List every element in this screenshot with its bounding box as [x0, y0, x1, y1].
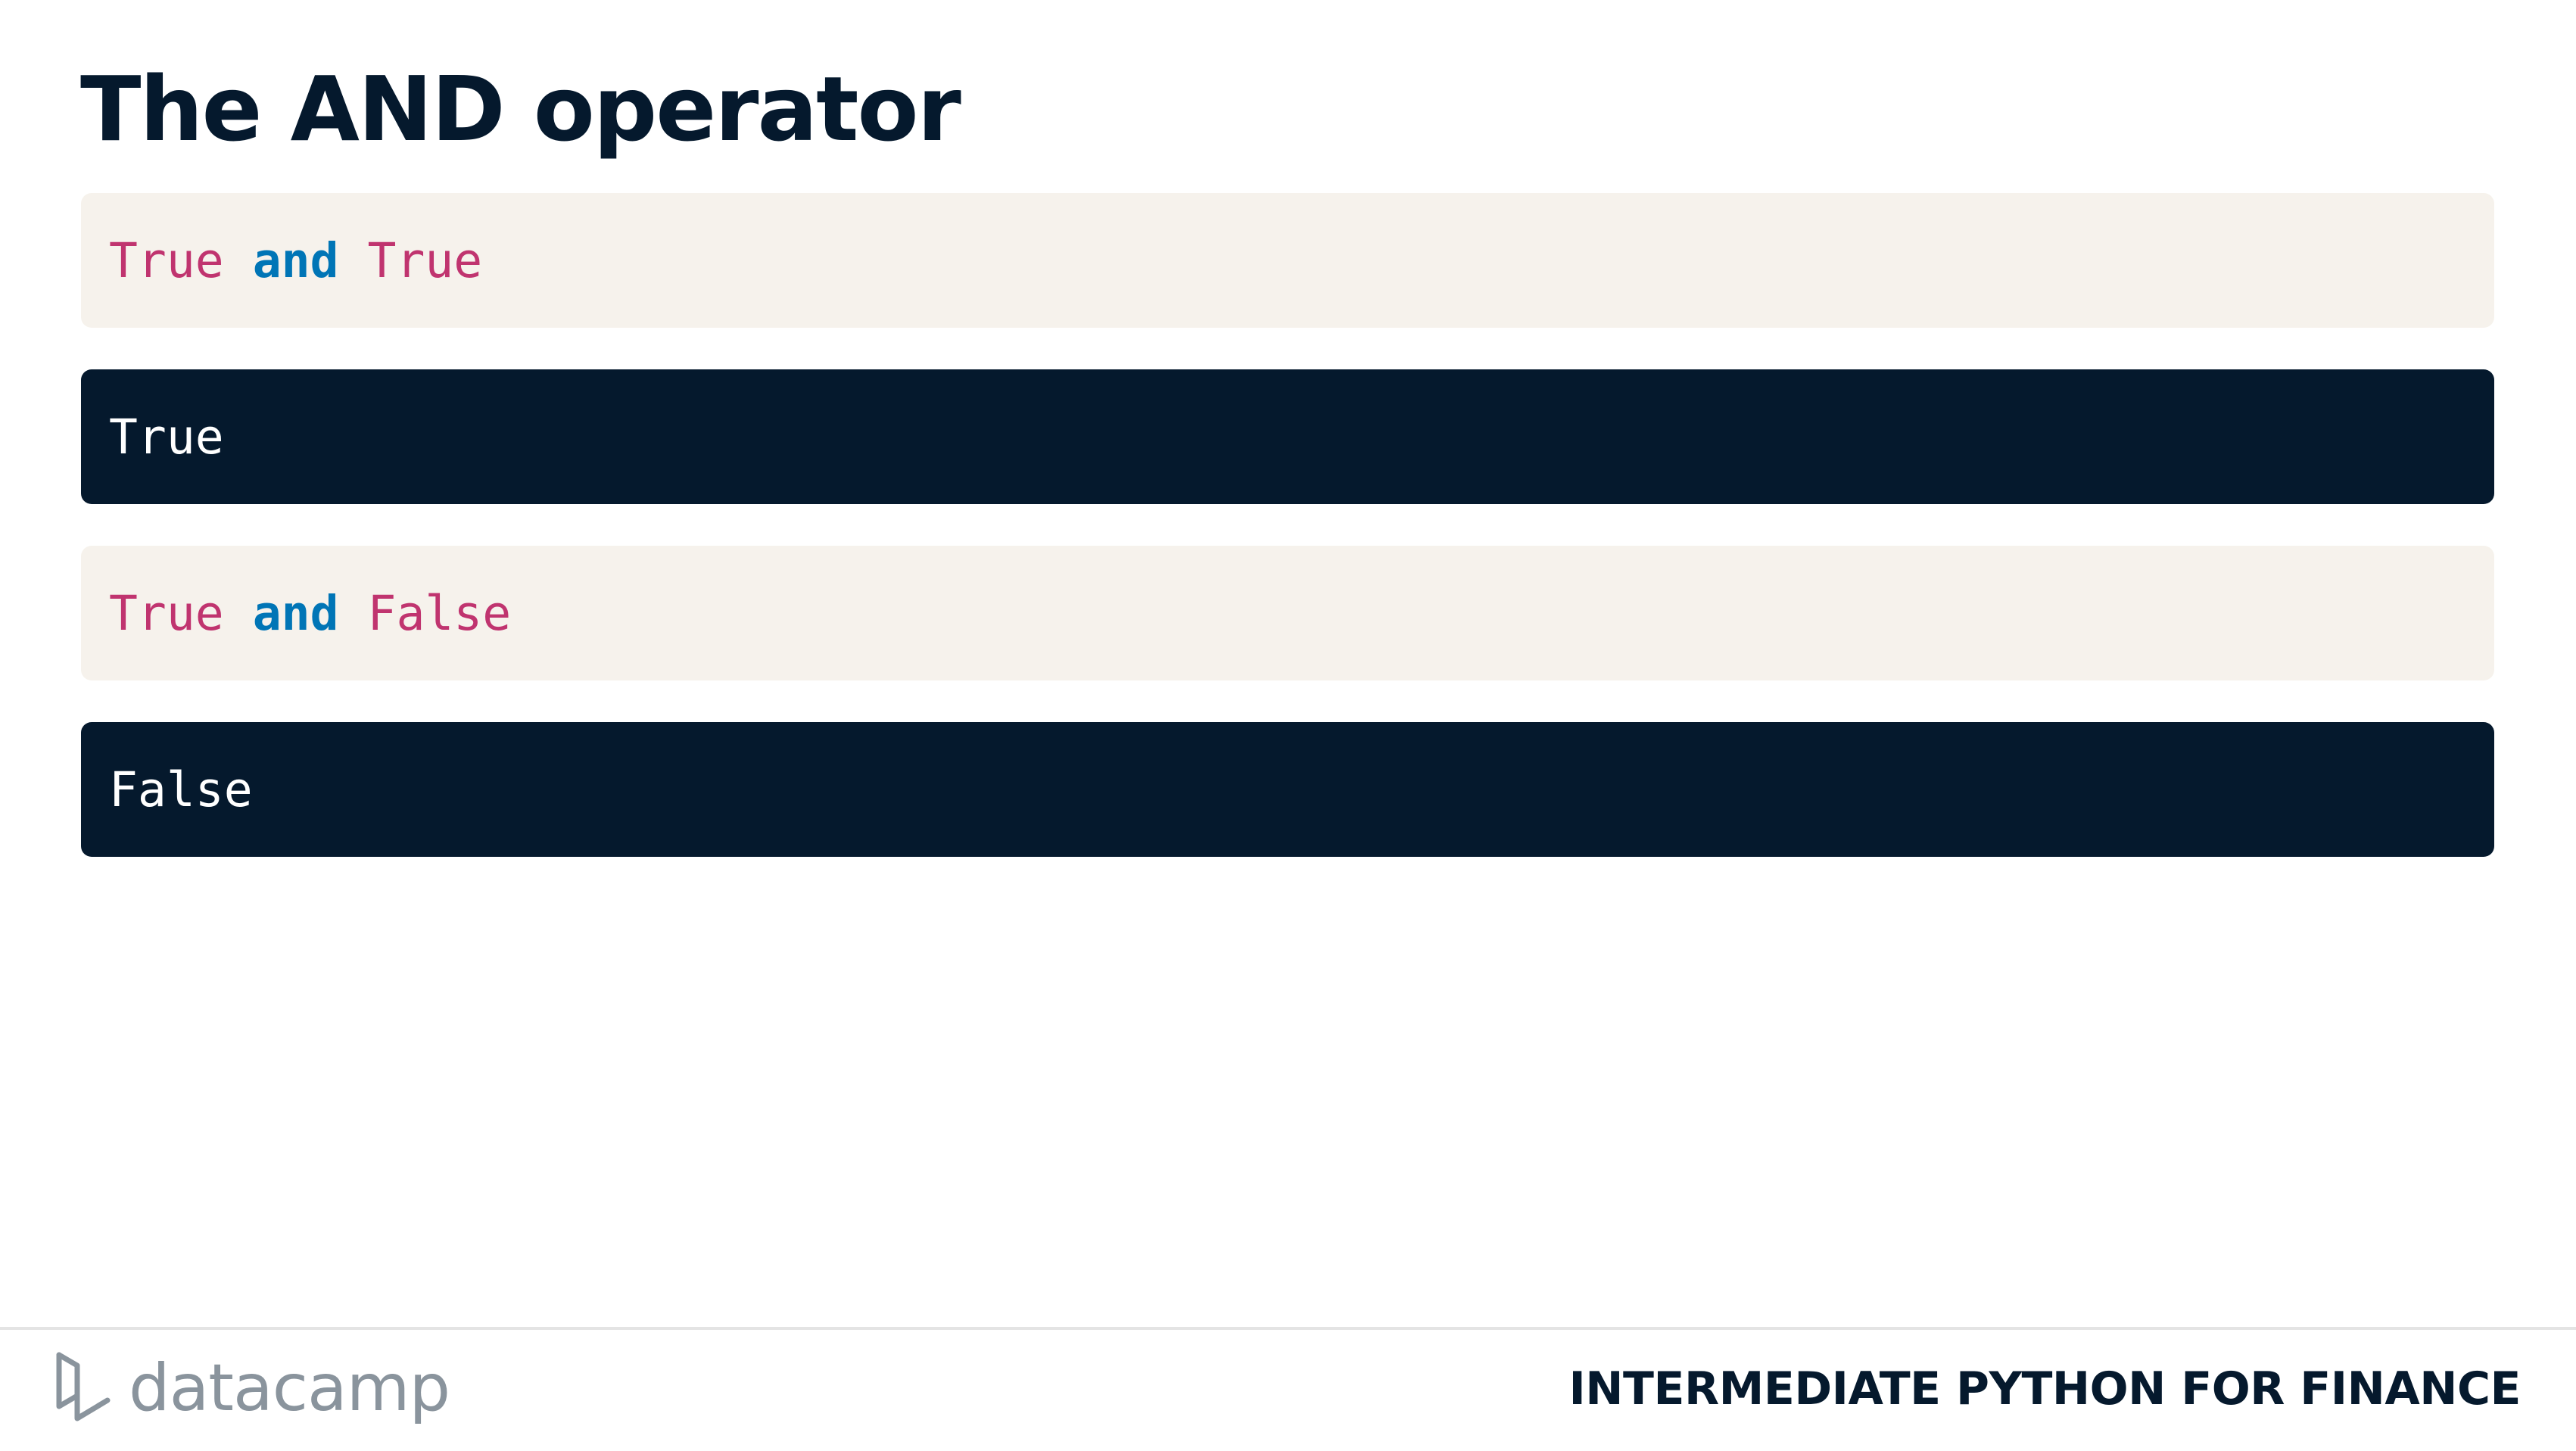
- code-token-keyword: and: [252, 585, 339, 641]
- code-output-block-2: False: [81, 722, 2494, 857]
- logo-wordmark: datacamp: [129, 1350, 450, 1426]
- datacamp-logo-icon: [56, 1352, 111, 1421]
- code-token-keyword: and: [252, 232, 339, 288]
- code-output-text: True: [109, 409, 224, 465]
- code-token-boolean: True: [109, 585, 224, 641]
- footer-divider: [0, 1327, 2576, 1330]
- course-title: INTERMEDIATE PYTHON FOR FINANCE: [1568, 1362, 2521, 1415]
- code-input-block-2: True and False: [81, 546, 2494, 680]
- code-token-boolean: True: [367, 232, 483, 288]
- code-output-text: False: [109, 761, 253, 817]
- code-token-boolean: True: [109, 232, 224, 288]
- datacamp-logo: datacamp: [55, 1349, 450, 1428]
- slide-title: The AND operator: [80, 57, 961, 161]
- code-token-boolean: False: [367, 585, 512, 641]
- code-output-block-1: True: [81, 369, 2494, 504]
- code-input-block-1: True and True: [81, 193, 2494, 328]
